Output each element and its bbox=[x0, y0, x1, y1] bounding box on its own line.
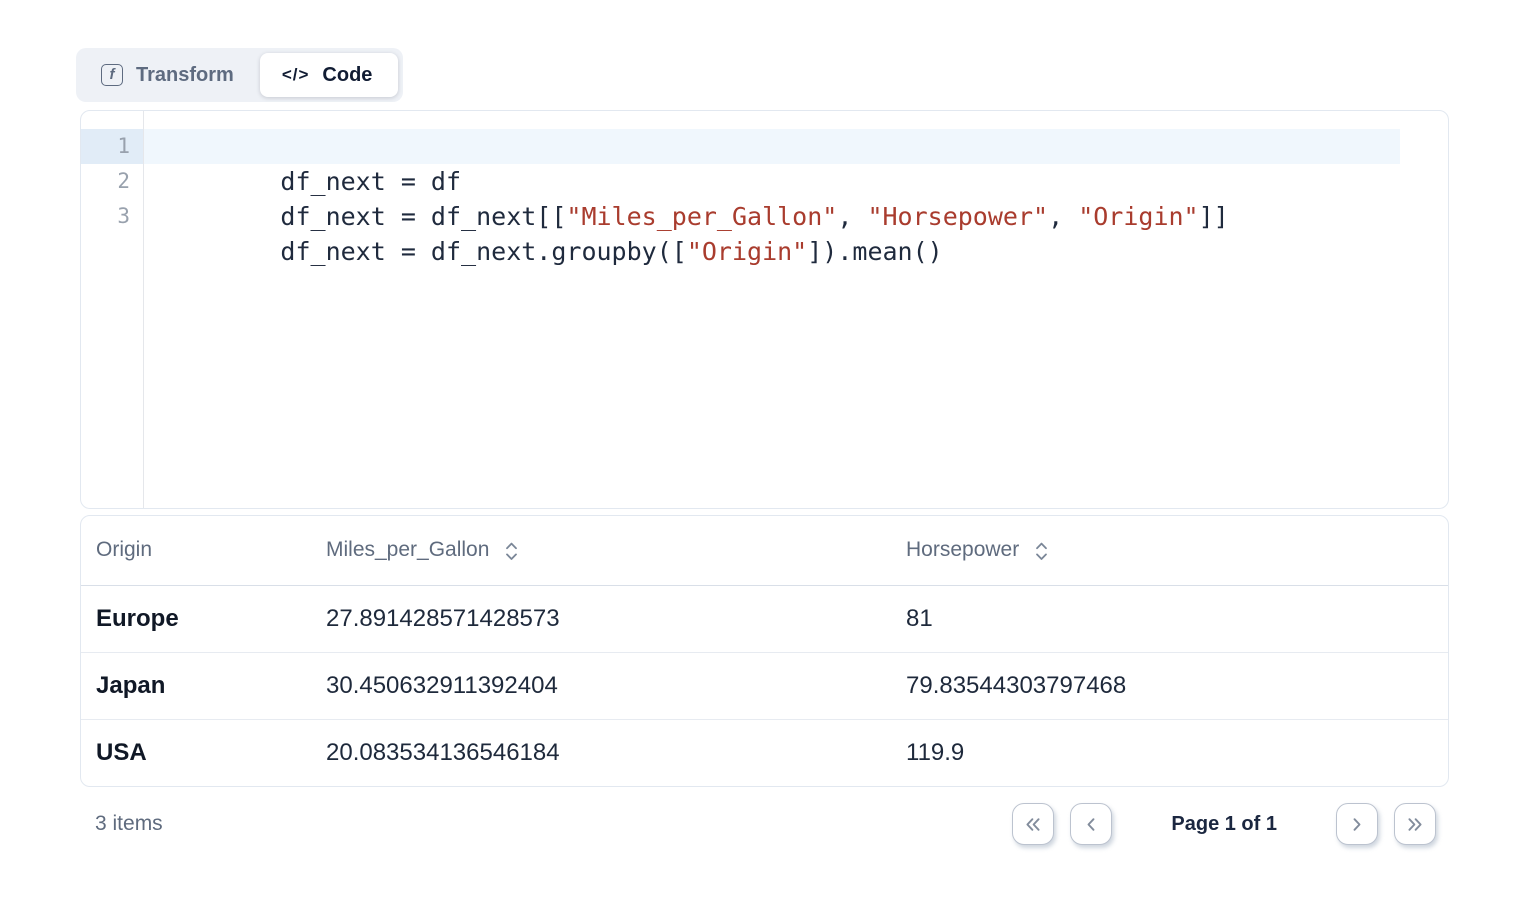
chevron-left-icon bbox=[1084, 816, 1098, 833]
string-token: "Origin" bbox=[687, 237, 807, 266]
function-icon: f bbox=[101, 64, 123, 86]
code-token: df_next = df bbox=[280, 167, 461, 196]
chevron-right-icon bbox=[1350, 816, 1364, 833]
cell-miles-per-gallon: 30.450632911392404 bbox=[311, 652, 891, 719]
tab-transform[interactable]: f Transform bbox=[81, 53, 260, 97]
line-number: 2 bbox=[81, 164, 143, 199]
pagination: Page 1 of 1 bbox=[1012, 803, 1436, 845]
column-label: Origin bbox=[96, 538, 152, 562]
previous-page-button[interactable] bbox=[1070, 803, 1112, 845]
sort-icon[interactable] bbox=[1034, 541, 1049, 562]
table-header-row: Origin Miles_per_Gallon bbox=[81, 516, 1448, 585]
cell-origin: Japan bbox=[81, 652, 311, 719]
string-token: "Origin" bbox=[1078, 202, 1198, 231]
code-area[interactable]: df_next = df df_next = df_next[["Miles_p… bbox=[144, 111, 1448, 508]
table-footer: 3 items Page 1 of 1 bbox=[80, 803, 1449, 845]
double-chevron-left-icon bbox=[1023, 816, 1043, 833]
code-token: df_next = df_next.groupby([ bbox=[280, 237, 686, 266]
string-token: "Horsepower" bbox=[867, 202, 1048, 231]
double-chevron-right-icon bbox=[1405, 816, 1425, 833]
code-token: df_next = df_next[[ bbox=[280, 202, 566, 231]
results-table: Origin Miles_per_Gallon bbox=[81, 516, 1448, 786]
first-page-button[interactable] bbox=[1012, 803, 1054, 845]
column-header-origin: Origin bbox=[81, 516, 311, 585]
table-row: Japan 30.450632911392404 79.835443037974… bbox=[81, 652, 1448, 719]
code-token: , bbox=[837, 202, 867, 231]
cell-horsepower: 79.83544303797468 bbox=[891, 652, 1448, 719]
cell-origin: USA bbox=[81, 719, 311, 786]
sort-icon[interactable] bbox=[504, 541, 519, 562]
column-label: Horsepower bbox=[906, 538, 1019, 562]
code-token: , bbox=[1048, 202, 1078, 231]
cell-horsepower: 81 bbox=[891, 585, 1448, 652]
line-number: 3 bbox=[81, 199, 143, 234]
cell-miles-per-gallon: 27.891428571428573 bbox=[311, 585, 891, 652]
code-token: ]).mean() bbox=[807, 237, 942, 266]
line-number-gutter: 1 2 3 bbox=[81, 111, 144, 508]
table-row: USA 20.083534136546184 119.9 bbox=[81, 719, 1448, 786]
cell-horsepower: 119.9 bbox=[891, 719, 1448, 786]
line-number: 1 bbox=[81, 129, 143, 164]
tab-code[interactable]: </> Code bbox=[260, 53, 399, 97]
tab-bar: f Transform </> Code bbox=[76, 48, 403, 102]
string-token: "Miles_per_Gallon" bbox=[566, 202, 837, 231]
code-line-1[interactable]: df_next = df bbox=[144, 129, 1400, 164]
tab-transform-label: Transform bbox=[136, 64, 234, 87]
cell-miles-per-gallon: 20.083534136546184 bbox=[311, 719, 891, 786]
widget-root: f Transform </> Code 1 2 3 df_next = df … bbox=[80, 0, 1449, 845]
table-row: Europe 27.891428571428573 81 bbox=[81, 585, 1448, 652]
last-page-button[interactable] bbox=[1394, 803, 1436, 845]
results-table-card: Origin Miles_per_Gallon bbox=[80, 515, 1449, 787]
code-token: ]] bbox=[1199, 202, 1229, 231]
page-indicator: Page 1 of 1 bbox=[1171, 813, 1277, 836]
code-brackets-icon: </> bbox=[282, 65, 310, 85]
next-page-button[interactable] bbox=[1336, 803, 1378, 845]
column-header-horsepower[interactable]: Horsepower bbox=[891, 516, 1448, 585]
cell-origin: Europe bbox=[81, 585, 311, 652]
column-header-miles-per-gallon[interactable]: Miles_per_Gallon bbox=[311, 516, 891, 585]
items-count: 3 items bbox=[95, 812, 163, 836]
tab-code-label: Code bbox=[322, 64, 372, 87]
column-label: Miles_per_Gallon bbox=[326, 538, 489, 562]
code-editor: 1 2 3 df_next = df df_next = df_next[["M… bbox=[80, 110, 1449, 509]
